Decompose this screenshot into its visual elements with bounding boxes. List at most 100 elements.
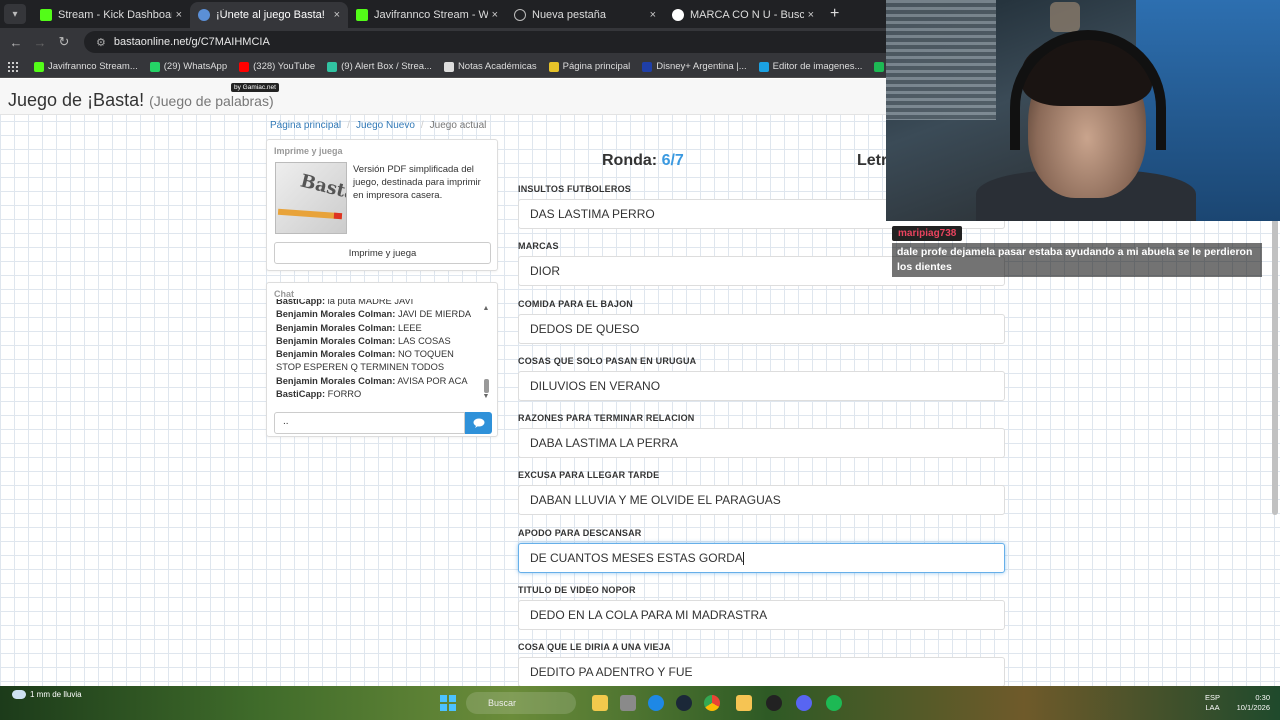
tab-label: Javifrannco Stream - Watch Liv [374, 9, 488, 21]
chat-messages: BastiCapp: la puta MADRE JAVI Benjamin Mo… [276, 299, 481, 401]
chat-message: Benjamin Morales Colman: LAS COSAS [276, 335, 481, 348]
taskbar-search-text: Buscar [488, 698, 517, 708]
category-answer-input[interactable]: DEDO EN LA COLA PARA MI MADRASTRA [518, 600, 1005, 631]
print-description: Versión PDF simplificada del juego, dest… [353, 164, 481, 201]
round-value: 6/7 [661, 152, 684, 169]
basta-icon [198, 9, 210, 21]
category-label: TITULO DE VIDEO NOPOR [518, 585, 636, 596]
tab-label: MARCA CO N U - Buscar con G [690, 9, 804, 21]
file-explorer-icon[interactable] [592, 695, 608, 711]
print-button[interactable]: Imprime y juega [274, 242, 491, 264]
bookmark-label: (328) YouTube [253, 61, 316, 72]
category-label: COMIDA PARA EL BAJON [518, 298, 634, 309]
chat-scroll-thumb[interactable] [484, 379, 489, 393]
bookmark-item[interactable]: Página principal [548, 61, 630, 72]
pencil-icon [277, 208, 343, 220]
steam-icon[interactable] [676, 695, 692, 711]
bookmark-favicon-icon [34, 61, 44, 72]
category-answer-input[interactable]: DE CUANTOS MESES ESTAS GORDA [518, 542, 1005, 573]
browser-tab[interactable]: Javifrannco Stream - Watch Liv × [348, 2, 506, 28]
discord-icon[interactable] [796, 695, 812, 711]
chat-input[interactable]: .. [274, 412, 465, 434]
browser-tab[interactable]: ¡Únete al juego Basta! × [190, 2, 348, 28]
site-info-icon[interactable]: ⚙ [96, 36, 106, 49]
kick-icon [356, 9, 368, 21]
language-indicator[interactable]: ESP LAA [1205, 693, 1220, 713]
close-tab-icon[interactable]: × [176, 9, 182, 21]
category-label: APODO PARA DESCANSAR [518, 527, 642, 538]
chat-send-button[interactable] [465, 412, 492, 434]
print-image-logo: Basta [298, 170, 347, 205]
gamiac-badge[interactable]: by Gamiac.net [231, 83, 279, 92]
chat-log[interactable]: BastiCapp: la puta MADRE JAVI Benjamin Mo… [276, 299, 481, 405]
breadcrumb-home[interactable]: Página principal [270, 120, 341, 131]
chat-scrollbar[interactable]: ▲ ▼ [481, 305, 491, 405]
category-label: RAZONES PARA TERMINAR RELACION [518, 413, 695, 424]
task-view-icon[interactable] [620, 695, 636, 711]
bookmark-label: Disney+ Argentina |... [656, 61, 747, 72]
bookmark-item[interactable]: Javifrannco Stream... [34, 61, 138, 72]
category-row: RAZONES PARA TERMINAR RELACION DABA LASTI… [518, 412, 1005, 469]
category-answer-value: DIOR [530, 264, 560, 279]
scroll-up-icon[interactable]: ▲ [481, 305, 491, 312]
folder-icon[interactable] [736, 695, 752, 711]
new-tab-button[interactable]: + [830, 5, 839, 23]
reload-icon[interactable]: ↻ [52, 34, 76, 50]
category-answer-input[interactable]: DEDITO PA ADENTRO Y FUE [518, 657, 1005, 686]
bookmark-item[interactable]: Notas Académicas [443, 61, 537, 72]
windows-start-icon[interactable] [440, 695, 456, 711]
category-answer-input[interactable]: DEDOS DE QUESO [518, 313, 1005, 344]
apps-icon[interactable] [8, 61, 18, 72]
weather-widget[interactable]: 1 mm de lluvia [12, 690, 82, 699]
tab-search-icon[interactable]: ▾ [4, 4, 26, 24]
back-icon[interactable]: ← [4, 35, 28, 50]
obs-icon[interactable] [766, 695, 782, 711]
page-scrollbar[interactable] [1270, 219, 1280, 515]
chat-message: BastiCapp: FORRO [276, 388, 481, 401]
browser-tab[interactable]: Nueva pestaña × [506, 2, 664, 28]
browser-tab[interactable]: Stream - Kick Dashboard × [32, 2, 190, 28]
scroll-down-icon[interactable]: ▼ [481, 393, 491, 400]
chat-message: Benjamin Morales Colman: LEEE [276, 322, 481, 335]
stream-chat-overlay: maripiag738 dale profe dejamela pasar es… [892, 225, 1262, 277]
close-tab-icon[interactable]: × [334, 9, 340, 21]
chat-message-text: JAVI DE MIERDA [397, 309, 472, 320]
language-code: ESP [1204, 693, 1220, 702]
browser-tab[interactable]: MARCA CO N U - Buscar con G × [664, 2, 822, 28]
category-answer-value: DE CUANTOS MESES ESTAS GORDA [530, 550, 743, 565]
round-indicator: Ronda: 6/7 [602, 152, 684, 170]
spotify-icon[interactable] [826, 695, 842, 711]
close-tab-icon[interactable]: × [808, 9, 814, 21]
bookmark-item[interactable]: Editor de imagenes... [758, 61, 862, 72]
breadcrumb-new-game[interactable]: Juego Nuevo [356, 120, 415, 131]
print-preview-image[interactable]: Basta [275, 162, 347, 234]
taskbar-search[interactable]: Buscar [466, 692, 576, 714]
page-scroll-thumb[interactable] [1272, 219, 1278, 515]
chat-message-text: la puta MADRE JAVI [327, 299, 414, 306]
bookmark-item[interactable]: Disney+ Argentina |... [642, 61, 747, 72]
site-title[interactable]: Juego de ¡Basta! (Juego de palabras) [8, 90, 274, 111]
bookmark-item[interactable]: (9) Alert Box / Strea... [327, 61, 432, 72]
tab-label: Nueva pestaña [532, 9, 606, 21]
category-answer-input[interactable]: DABAN LLUVIA Y ME OLVIDE EL PARAGUAS [518, 485, 1005, 516]
weather-text: 1 mm de lluvia [30, 690, 82, 699]
close-tab-icon[interactable]: × [492, 9, 498, 21]
category-answer-input[interactable]: DABA LASTIMA LA PERRA [518, 428, 1005, 459]
chat-message-text: FORRO [327, 389, 362, 400]
category-answer-input[interactable]: DILUVIOS EN VERANO [518, 370, 1005, 401]
speech-bubble-icon [473, 418, 484, 428]
text-caret [742, 552, 744, 566]
category-answer-value: DEDOS DE QUESO [530, 321, 640, 336]
bookmark-item[interactable]: (328) YouTube [239, 61, 315, 72]
bookmark-favicon-icon [758, 61, 769, 72]
chrome-icon[interactable] [704, 695, 720, 711]
letter-indicator: Letr [857, 152, 888, 169]
close-tab-icon[interactable]: × [650, 9, 656, 21]
bookmarks-list: Javifrannco Stream... (29) WhatsApp (328) … [34, 61, 990, 72]
bookmark-item[interactable]: (29) WhatsApp [149, 61, 227, 72]
forward-icon[interactable]: → [28, 35, 52, 50]
edge-icon[interactable] [648, 695, 664, 711]
google-icon [672, 9, 684, 21]
clock[interactable]: 0:30 10/1/2026 [1237, 693, 1270, 713]
bookmark-label: (9) Alert Box / Strea... [341, 61, 432, 72]
